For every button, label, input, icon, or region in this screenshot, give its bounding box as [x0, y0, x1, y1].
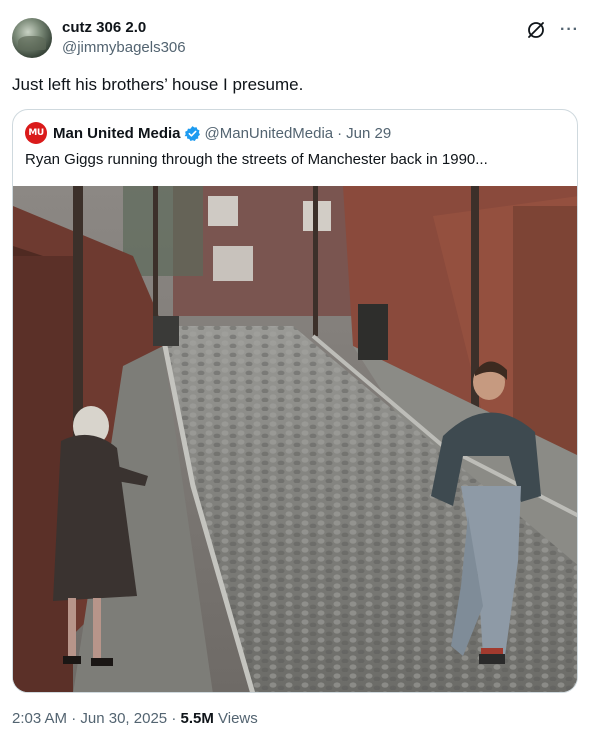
quoted-handle[interactable]: @ManUnitedMedia	[205, 125, 334, 142]
author-names: cutz 306 2.0 @jimmybagels306	[62, 18, 186, 58]
meta-separator: ·	[71, 710, 77, 727]
tweet-text: Just left his brothers’ house I presume.	[12, 75, 304, 94]
quoted-separator: ·	[337, 124, 343, 142]
tweet-header: cutz 306 2.0 @jimmybagels306 ···	[12, 16, 579, 60]
tweet-time[interactable]: 2:03 AM	[12, 710, 67, 727]
tweet-meta: 2:03 AM · Jun 30, 2025 · 5.5M Views	[12, 710, 258, 727]
author-avatar[interactable]	[12, 18, 52, 58]
quoted-text: Ryan Giggs running through the streets o…	[25, 151, 488, 168]
meta-separator: ·	[171, 710, 177, 727]
views-label: Views	[218, 710, 258, 727]
views-count[interactable]: 5.5M	[180, 710, 213, 727]
quoted-header: MU Man United Media @ManUnitedMedia · Ju…	[25, 122, 391, 144]
author-display-name[interactable]: cutz 306 2.0	[62, 18, 186, 38]
tweet-date[interactable]: Jun 30, 2025	[80, 710, 167, 727]
quoted-avatar[interactable]: MU	[25, 122, 47, 144]
quoted-photo[interactable]	[13, 186, 578, 693]
more-icon[interactable]: ···	[560, 20, 579, 40]
quoted-date[interactable]: Jun 29	[346, 125, 391, 142]
verified-badge-icon	[184, 125, 200, 141]
quoted-tweet-card[interactable]: MU Man United Media @ManUnitedMedia · Ju…	[12, 109, 578, 693]
grok-icon[interactable]	[526, 20, 546, 40]
quoted-display-name[interactable]: Man United Media	[53, 125, 181, 142]
header-actions: ···	[526, 20, 579, 40]
author-handle[interactable]: @jimmybagels306	[62, 38, 186, 58]
